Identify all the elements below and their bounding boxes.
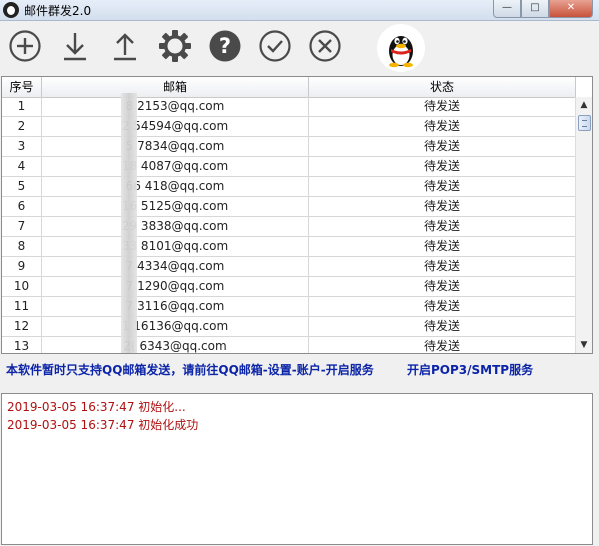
- table-row[interactable]: 7 29 3838@qq.com 待发送: [2, 217, 576, 237]
- notice-text: 本软件暂时只支持QQ邮箱发送，请前往QQ邮箱-设置-账户-开启服务: [6, 363, 374, 377]
- qq-penguin-icon: [377, 24, 425, 72]
- row-index: 11: [2, 297, 42, 317]
- add-button[interactable]: [8, 29, 42, 63]
- email-table: 序号 邮箱 状态 18 2153@qq.com 待发送 2 2 54594@qq.co…: [1, 76, 593, 354]
- row-status: 待发送: [309, 97, 576, 117]
- log-line: 2019-03-05 16:37:47 初始化...: [7, 398, 186, 415]
- scroll-thumb[interactable]: [578, 115, 591, 131]
- row-status: 待发送: [309, 117, 576, 137]
- table-row[interactable]: 13 2( 6343@qq.com 待发送: [2, 337, 576, 353]
- row-email: 1 16136@qq.com: [42, 317, 309, 337]
- table-row[interactable]: 18 2153@qq.com 待发送: [2, 97, 576, 117]
- row-status: 待发送: [309, 237, 576, 257]
- row-status: 待发送: [309, 317, 576, 337]
- check-icon: [259, 30, 291, 62]
- row-email: 7 4334@qq.com: [42, 257, 309, 277]
- row-index: 13: [2, 337, 42, 353]
- row-index: 12: [2, 317, 42, 337]
- scroll-down-arrow-icon[interactable]: ▼: [576, 337, 592, 353]
- row-status: 待发送: [309, 257, 576, 277]
- cancel-button[interactable]: [308, 29, 342, 63]
- confirm-button[interactable]: [258, 29, 292, 63]
- row-index: 3: [2, 137, 42, 157]
- enable-smtp-link[interactable]: 开启POP3/SMTP服务: [407, 361, 533, 378]
- row-index: 1: [2, 97, 42, 117]
- settings-button[interactable]: [158, 29, 192, 63]
- cancel-icon: [309, 30, 341, 62]
- export-button[interactable]: [108, 29, 142, 63]
- row-email: 29 3838@qq.com: [42, 217, 309, 237]
- header-index[interactable]: 序号: [2, 77, 42, 97]
- table-row[interactable]: 4 18 4087@qq.com 待发送: [2, 157, 576, 177]
- upload-icon: [114, 33, 136, 61]
- row-status: 待发送: [309, 337, 576, 353]
- settings-icon: [159, 30, 191, 62]
- row-email: 66 418@qq.com: [42, 177, 309, 197]
- row-email: 5 7834@qq.com: [42, 137, 309, 157]
- table-row[interactable]: 35 7834@qq.com 待发送: [2, 137, 576, 157]
- log-time: 2019-03-05 16:37:47: [7, 400, 135, 414]
- row-index: 8: [2, 237, 42, 257]
- row-index: 2: [2, 117, 42, 137]
- window-title: 邮件群发2.0: [24, 4, 92, 18]
- row-email: 7 1290@qq.com: [42, 277, 309, 297]
- maximize-button[interactable]: □: [521, 0, 549, 18]
- log-message: 初始化成功: [138, 418, 199, 432]
- row-email: 18 4087@qq.com: [42, 157, 309, 177]
- table-row[interactable]: 12 1 16136@qq.com 待发送: [2, 317, 576, 337]
- table-header: 序号 邮箱 状态: [2, 77, 576, 98]
- row-status: 待发送: [309, 217, 576, 237]
- row-index: 9: [2, 257, 42, 277]
- row-index: 5: [2, 177, 42, 197]
- row-email: 33 8101@qq.com: [42, 237, 309, 257]
- window-controls: — □ ✕: [493, 0, 593, 18]
- table-row[interactable]: 5 66 418@qq.com 待发送: [2, 177, 576, 197]
- row-status: 待发送: [309, 197, 576, 217]
- help-button[interactable]: ?: [208, 29, 242, 63]
- table-row[interactable]: 6 16 5125@qq.com 待发送: [2, 197, 576, 217]
- app-icon: [3, 2, 19, 18]
- table-row[interactable]: 97 4334@qq.com 待发送: [2, 257, 576, 277]
- help-icon: ?: [209, 30, 241, 62]
- row-index: 4: [2, 157, 42, 177]
- row-email: 16 5125@qq.com: [42, 197, 309, 217]
- log-line: 2019-03-05 16:37:47 初始化成功: [7, 416, 198, 433]
- row-index: 7: [2, 217, 42, 237]
- scroll-up-arrow-icon[interactable]: ▲: [576, 97, 592, 113]
- title-bar: 邮件群发2.0 — □ ✕: [0, 0, 599, 21]
- download-icon: [64, 33, 86, 61]
- vertical-scrollbar[interactable]: ▲ ▼: [575, 97, 592, 353]
- row-status: 待发送: [309, 297, 576, 317]
- table-row[interactable]: 11 7 3116@qq.com 待发送: [2, 297, 576, 317]
- svg-text:?: ?: [219, 34, 231, 58]
- row-email: 2( 6343@qq.com: [42, 337, 309, 353]
- close-button[interactable]: ✕: [549, 0, 593, 18]
- add-icon: [9, 30, 41, 62]
- row-status: 待发送: [309, 137, 576, 157]
- row-email: 7 3116@qq.com: [42, 297, 309, 317]
- table-row[interactable]: 22 54594@qq.com 待发送: [2, 117, 576, 137]
- row-index: 6: [2, 197, 42, 217]
- table-row[interactable]: 8 33 8101@qq.com 待发送: [2, 237, 576, 257]
- row-email: 8 2153@qq.com: [42, 97, 309, 117]
- header-email[interactable]: 邮箱: [42, 77, 309, 97]
- minimize-button[interactable]: —: [493, 0, 521, 18]
- row-email: 2 54594@qq.com: [42, 117, 309, 137]
- header-status[interactable]: 状态: [309, 77, 576, 97]
- privacy-blur: [121, 93, 137, 353]
- import-button[interactable]: [58, 29, 92, 63]
- row-status: 待发送: [309, 177, 576, 197]
- row-index: 10: [2, 277, 42, 297]
- log-message: 初始化...: [138, 400, 186, 414]
- log-panel[interactable]: 2019-03-05 16:37:47 初始化... 2019-03-05 16:…: [1, 393, 593, 545]
- toolbar: ?: [0, 21, 599, 75]
- table-body: 18 2153@qq.com 待发送 2 2 54594@qq.com 待发送 3 5 78…: [2, 97, 576, 353]
- row-status: 待发送: [309, 277, 576, 297]
- table-row[interactable]: 10 7 1290@qq.com 待发送: [2, 277, 576, 297]
- row-status: 待发送: [309, 157, 576, 177]
- log-time: 2019-03-05 16:37:47: [7, 418, 135, 432]
